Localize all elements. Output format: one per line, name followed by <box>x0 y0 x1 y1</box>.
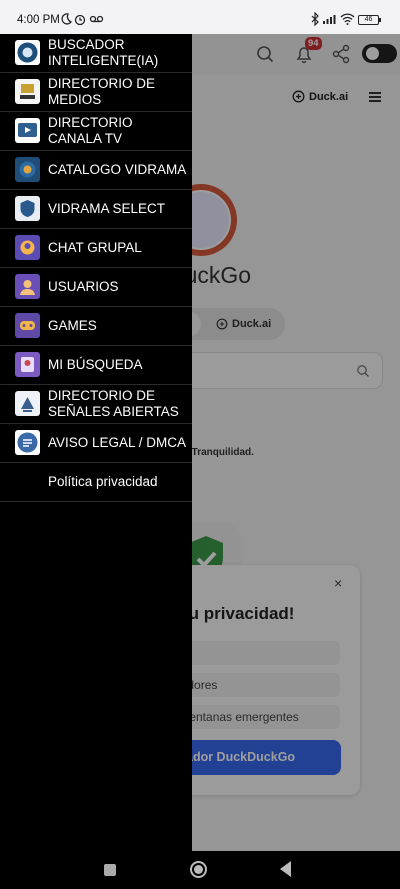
games-icon <box>15 313 40 338</box>
moon-icon <box>61 13 73 25</box>
users-icon <box>15 274 40 299</box>
drawer-item-politica-privacidad[interactable]: Política privacidad <box>0 463 192 502</box>
drawer-item-label: MI BÚSQUEDA <box>48 357 143 372</box>
drawer-item-label: AVISO LEGAL / DMCA <box>48 435 187 450</box>
open-signals-icon <box>15 391 40 416</box>
drawer-item-label: CATALOGO VIDRAMA <box>48 162 187 177</box>
drawer-item-usuarios[interactable]: USUARIOS <box>0 268 192 307</box>
side-drawer: BUSCADOR INTELIGENTE(IA) DIRECTORIO DE M… <box>0 34 192 851</box>
recent-apps-button[interactable] <box>104 864 116 876</box>
battery-indicator: 46 <box>358 15 381 25</box>
drawer-item-chat-grupal[interactable]: CHAT GRUPAL <box>0 229 192 268</box>
drawer-item-label: USUARIOS <box>48 279 119 294</box>
vidrama-select-icon <box>15 196 40 221</box>
my-search-icon <box>15 352 40 377</box>
drawer-item-label: CHAT GRUPAL <box>48 240 142 255</box>
drawer-item-label: DIRECTORIO DE SEÑALES ABIERTAS <box>48 388 179 419</box>
media-directory-icon <box>15 79 40 104</box>
bluetooth-icon <box>311 12 319 26</box>
status-bar: 4:00 PM 46 <box>0 0 400 34</box>
home-button[interactable] <box>190 861 207 878</box>
legal-notice-icon <box>15 430 40 455</box>
ai-search-icon <box>15 40 40 65</box>
status-time: 4:00 PM <box>17 14 60 26</box>
drawer-item-label: BUSCADOR INTELIGENTE(IA) <box>48 37 159 68</box>
drawer-item-vidrama-select[interactable]: VIDRAMA SELECT <box>0 190 192 229</box>
alarm-icon <box>74 14 86 26</box>
drawer-item-directorio-medios[interactable]: DIRECTORIO DE MEDIOS <box>0 73 192 112</box>
voicemail-icon <box>89 15 104 23</box>
drawer-item-label: DIRECTORIO DE MEDIOS <box>48 76 156 107</box>
drawer-item-aviso-legal[interactable]: AVISO LEGAL / DMCA <box>0 424 192 463</box>
drawer-item-catalogo-vidrama[interactable]: CATALOGO VIDRAMA <box>0 151 192 190</box>
drawer-item-buscador-inteligente[interactable]: BUSCADOR INTELIGENTE(IA) <box>0 34 192 73</box>
drawer-item-label: DIRECTORIO CANALA TV <box>48 115 133 146</box>
tv-channel-icon <box>15 118 40 143</box>
wifi-icon <box>340 13 355 25</box>
signal-icon <box>323 15 336 24</box>
drawer-item-directorio-senales[interactable]: DIRECTORIO DE SEÑALES ABIERTAS <box>0 385 192 424</box>
back-button[interactable] <box>280 861 291 877</box>
drawer-item-label: GAMES <box>48 318 97 333</box>
drawer-item-label: Política privacidad <box>48 474 158 489</box>
vidrama-catalog-icon <box>15 157 40 182</box>
group-chat-icon <box>15 235 40 260</box>
drawer-item-label: VIDRAMA SELECT <box>48 201 166 216</box>
drawer-item-mi-busqueda[interactable]: MI BÚSQUEDA <box>0 346 192 385</box>
drawer-item-directorio-canala-tv[interactable]: DIRECTORIO CANALA TV <box>0 112 192 151</box>
drawer-item-games[interactable]: GAMES <box>0 307 192 346</box>
